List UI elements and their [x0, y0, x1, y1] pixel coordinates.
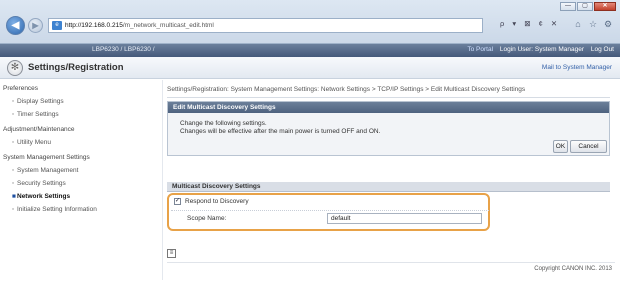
scope-name-row: Scope Name: default — [171, 210, 489, 224]
checkbox-checked-icon[interactable]: ✓ — [174, 198, 181, 205]
page-header: ✻ Settings/Registration Mail to System M… — [0, 57, 620, 79]
maximize-button[interactable]: ▢ — [577, 2, 593, 11]
message-line-2: Changes will be effective after the main… — [180, 128, 381, 135]
close-window-button[interactable]: ✕ — [594, 2, 616, 11]
mail-to-manager-link[interactable]: Mail to System Manager — [542, 64, 612, 71]
sidebar-divider — [162, 80, 163, 280]
device-title-bar: LBP6230 / LBP6230 / To Portal Login User… — [0, 44, 620, 57]
ok-button[interactable]: OK — [553, 140, 568, 153]
sidebar-head-preferences: Preferences — [3, 85, 39, 92]
breadcrumb: Settings/Registration: System Management… — [167, 86, 526, 93]
cancel-button[interactable]: Cancel — [570, 140, 607, 153]
user-bar: To Portal Login User: System Manager Log… — [462, 46, 614, 53]
sidebar-item-security-settings[interactable]: ▫ Security Settings — [12, 180, 66, 187]
back-arrow-icon[interactable]: ◀ — [6, 16, 25, 35]
settings-gear-icon[interactable]: ⚙ — [602, 18, 614, 30]
section-title: Multicast Discovery Settings — [167, 182, 610, 192]
panel-message: Change the following settings. Changes w… — [180, 120, 380, 136]
sidebar-item-utility-menu[interactable]: ▫ Utility Menu — [12, 139, 51, 146]
sidebar-item-system-management[interactable]: ▫ System Management — [12, 167, 78, 174]
sidebar-item-label: Security Settings — [17, 180, 66, 187]
footer-divider — [167, 262, 615, 263]
main-content: Settings/Registration: System Management… — [167, 80, 615, 280]
sidebar-item-label: Utility Menu — [17, 139, 51, 146]
logout-link[interactable]: Log Out — [591, 46, 614, 53]
site-favicon-icon: e — [52, 21, 62, 30]
browser-tools: ⌂ ☆ ⚙ — [572, 18, 614, 30]
breadcrumb-divider — [167, 97, 610, 98]
sidebar-item-label: Initialize Setting Information — [17, 206, 97, 213]
favorites-star-icon[interactable]: ☆ — [587, 18, 599, 30]
login-user: Login User: System Manager — [499, 46, 585, 53]
sidebar-item-label: System Management — [17, 167, 79, 174]
respond-to-discovery-label: Respond to Discovery — [185, 198, 249, 205]
page-title: Settings/Registration — [28, 62, 124, 73]
url-host: http://192.168.0.215 — [65, 22, 123, 29]
sidebar-item-display-settings[interactable]: ▫ Display Settings — [12, 98, 64, 105]
sidebar-item-timer-settings[interactable]: ▫ Timer Settings — [12, 111, 59, 118]
sidebar-item-label: Display Settings — [17, 98, 64, 105]
sidebar-head-adjustment: Adjustment/Maintenance — [3, 126, 75, 133]
device-model: LBP6230 / LBP6230 / — [92, 46, 155, 53]
address-bar-actions[interactable]: ρ ▾ ⊠ ¢ ✕ — [500, 19, 560, 28]
forward-arrow-icon[interactable]: ▶ — [28, 18, 43, 33]
sidebar-item-label: Timer Settings — [17, 111, 59, 118]
return-icon[interactable]: ≡ — [167, 249, 176, 258]
browser-chrome: — ▢ ✕ ◀ ▶ e http://192.168.0.215/m_netwo… — [0, 0, 620, 44]
respond-to-discovery-row: ✓ Respond to Discovery — [171, 196, 489, 208]
minimize-button[interactable]: — — [560, 2, 576, 11]
message-line-1: Change the following settings. — [180, 120, 267, 127]
to-portal-link[interactable]: To Portal — [467, 46, 493, 53]
sidebar-item-label: Network Settings — [17, 193, 71, 200]
edit-panel: Edit Multicast Discovery Settings Change… — [167, 101, 610, 156]
scope-name-input[interactable]: default — [327, 213, 482, 224]
sidebar-item-initialize-settings[interactable]: ▫ Initialize Setting Information — [12, 206, 97, 213]
url-path: /m_network_multicast_edit.html — [122, 22, 214, 29]
scope-name-label: Scope Name: — [187, 215, 227, 222]
home-icon[interactable]: ⌂ — [572, 18, 584, 30]
sidebar-item-network-settings[interactable]: ■Network Settings — [12, 193, 70, 200]
sidebar-head-system-management: System Management Settings — [3, 154, 90, 161]
edit-panel-title: Edit Multicast Discovery Settings — [168, 102, 609, 113]
window-controls: — ▢ ✕ — [560, 2, 616, 11]
address-bar[interactable]: e http://192.168.0.215/m_network_multica… — [48, 18, 483, 33]
sidebar: Preferences ▫ Display Settings ▫ Timer Set… — [0, 80, 162, 280]
settings-highlight: ✓ Respond to Discovery Scope Name: defau… — [167, 193, 490, 231]
copyright: Copyright CANON INC. 2013 — [534, 266, 612, 272]
settings-registration-icon: ✻ — [7, 60, 23, 76]
